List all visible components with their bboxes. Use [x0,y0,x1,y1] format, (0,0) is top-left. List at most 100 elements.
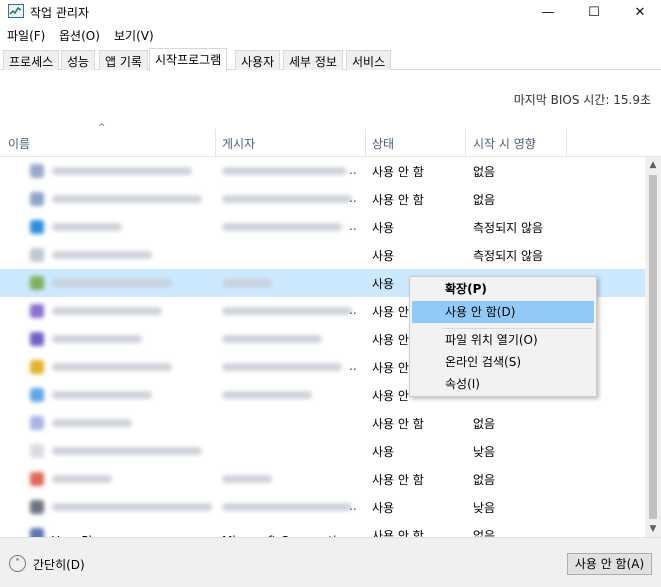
bios-value: 15.9초 [613,93,651,107]
app-icon [30,332,44,346]
disable-button[interactable]: 사용 안 함(A) [567,553,652,575]
vertical-scrollbar[interactable]: ▲ ▼ [645,157,661,537]
row-name-redacted [52,167,192,175]
row-publisher-redacted [222,223,342,231]
row-name-redacted [52,447,202,455]
context-search-online[interactable]: 온라인 검색(S) [412,351,594,373]
column-divider[interactable] [215,129,216,156]
row-publisher-redacted [222,335,322,343]
scroll-up-icon[interactable]: ▲ [645,157,661,173]
column-divider[interactable] [566,129,567,156]
menu-options[interactable]: 옵션(O) [59,27,100,44]
table-row[interactable]: .. 사용 안 함 없음 [0,157,645,185]
row-status: 사용 안 함 [372,417,424,431]
app-icon [30,388,44,402]
context-expand[interactable]: 확장(P) [412,278,594,300]
menu-view[interactable]: 보기(V) [114,27,154,44]
row-impact: 없음 [473,193,496,207]
tab-startup[interactable]: 시작프로그램 [149,48,228,71]
row-publisher-redacted [222,279,272,287]
table-row[interactable]: 사용 낮음 [0,437,645,465]
column-divider[interactable] [365,129,366,156]
row-status: 사용 [372,221,395,235]
row-publisher-redacted [222,363,342,371]
footer-bar: ˄ 간단히(D) 사용 안 함(A) [0,537,661,587]
fewer-details-link[interactable]: 간단히(D) [33,556,85,573]
app-icon [30,164,44,178]
row-impact: 측정되지 않음 [473,221,544,235]
window-title: 작업 관리자 [30,6,90,20]
row-status: 사용 [372,277,395,291]
app-icon [30,192,44,206]
truncation-ellipsis: .. [349,219,357,233]
tab-processes[interactable]: 프로세스 [3,50,60,70]
row-impact: 없음 [473,417,496,431]
tab-strip: 프로세스 성능 앱 기록 시작프로그램 사용자 세부 정보 서비스 [0,48,661,71]
row-impact: 없음 [473,473,496,487]
tab-performance[interactable]: 성능 [61,50,96,70]
tab-app-history[interactable]: 앱 기록 [99,50,148,70]
bios-time: 마지막 BIOS 시간: 15.9초 [514,91,651,108]
close-button[interactable]: ✕ [617,0,661,24]
row-name-redacted [52,475,112,483]
scroll-thumb[interactable] [649,175,657,519]
row-publisher-redacted [222,307,352,315]
app-icon [30,472,44,486]
row-publisher-redacted [222,391,312,399]
row-status: 사용 안 [372,305,409,319]
context-menu: 확장(P) 사용 안 함(D) 파일 위치 열기(O) 온라인 검색(S) 속성… [409,276,597,397]
app-icon [30,220,44,234]
truncation-ellipsis: .. [349,303,357,317]
table-row[interactable]: 사용 측정되지 않음 [0,241,645,269]
row-status: 사용 안 함 [372,165,424,179]
tab-details[interactable]: 세부 정보 [283,50,343,70]
row-status: 사용 안 [372,389,409,403]
app-icon [30,248,44,262]
context-disable[interactable]: 사용 안 함(D) [412,301,594,323]
row-name-redacted [52,195,202,203]
row-status: 사용 안 [372,333,409,347]
chevron-up-icon[interactable]: ˄ [9,555,26,572]
table-row[interactable]: 사용 안 함 없음 [0,465,645,493]
table-row[interactable]: 사용 안 함 없음 [0,409,645,437]
table-row[interactable]: .. 사용 낮음 [0,493,645,521]
row-publisher-redacted [222,195,352,203]
minimize-button[interactable]: — [525,0,571,24]
row-name-redacted [52,251,152,259]
row-impact: 측정되지 않음 [473,249,544,263]
scroll-down-icon[interactable]: ▼ [645,521,661,537]
bios-label: 마지막 BIOS 시간: [513,93,610,107]
app-icon [30,528,44,537]
column-publisher[interactable]: 게시자 [222,135,255,152]
table-row[interactable]: .. 사용 측정되지 않음 [0,213,645,241]
row-impact: 없음 [473,165,496,179]
app-icon [30,444,44,458]
context-properties[interactable]: 속성(I) [412,373,594,395]
row-name-redacted [52,335,142,343]
maximize-button[interactable]: ☐ [571,0,617,24]
app-icon [30,304,44,318]
app-icon [30,360,44,374]
column-header: ^ 이름 게시자 상태 시작 시 영향 [0,123,661,157]
menu-file[interactable]: 파일(F) [7,27,45,44]
tab-services[interactable]: 서비스 [346,50,392,70]
column-divider[interactable] [465,129,466,156]
sort-ascending-icon: ^ [98,123,106,133]
row-status: 사용 [372,249,395,263]
row-publisher-redacted [222,167,347,175]
row-name-redacted [52,279,172,287]
tab-users[interactable]: 사용자 [235,50,281,70]
row-name-redacted [52,419,132,427]
row-publisher-redacted [222,475,272,483]
row-status: 사용 안 [372,361,409,375]
table-row[interactable]: Your PhoneMicrosoft Corporation사용 안 함없음 [0,521,645,537]
table-row[interactable]: .. 사용 안 함 없음 [0,185,645,213]
column-startup-impact[interactable]: 시작 시 영향 [473,135,536,152]
row-name-redacted [52,363,172,371]
app-icon [30,500,44,514]
truncation-ellipsis: .. [349,163,357,177]
column-name[interactable]: 이름 [8,135,30,152]
row-impact: 낮음 [473,501,496,515]
context-open-file-location[interactable]: 파일 위치 열기(O) [412,329,594,351]
column-status[interactable]: 상태 [372,135,394,152]
